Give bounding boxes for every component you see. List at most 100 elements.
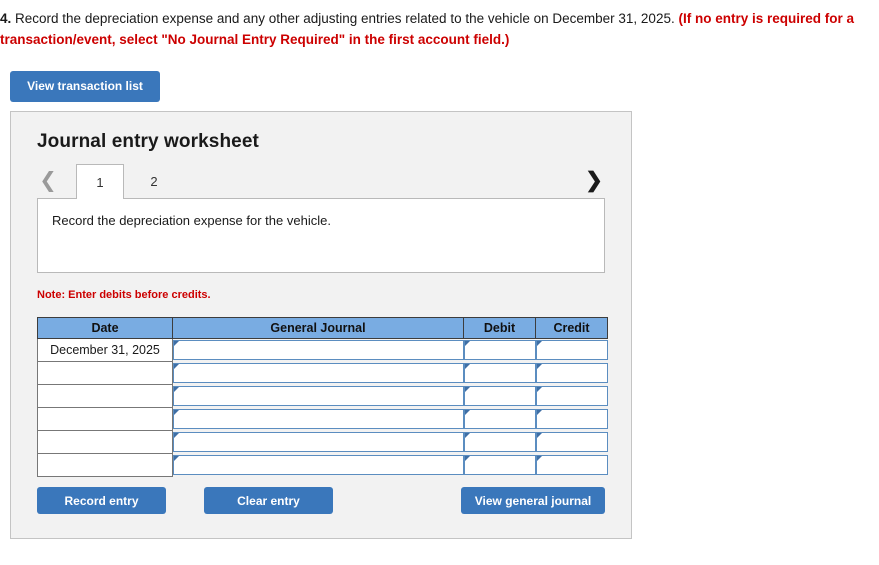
credit-field-wrapper[interactable]: [535, 409, 608, 429]
account-input[interactable]: [181, 410, 460, 428]
question-prompt: 4. Record the depreciation expense and a…: [0, 8, 860, 50]
dropdown-marker-icon: [174, 387, 179, 392]
question-number: 4.: [0, 11, 12, 26]
credit-input[interactable]: [543, 387, 604, 405]
debit-field-wrapper[interactable]: [463, 455, 536, 475]
account-input[interactable]: [181, 456, 460, 474]
dropdown-marker-icon: [536, 387, 542, 392]
debit-input[interactable]: [471, 364, 532, 382]
date-cell: [37, 430, 173, 454]
account-input[interactable]: [181, 341, 460, 360]
account-cell: [173, 408, 464, 431]
tab-1[interactable]: 1: [76, 164, 124, 199]
account-cell: [173, 454, 464, 477]
journal-entry-table: Date General Journal Debit Credit Decemb…: [37, 317, 608, 477]
account-cell: [173, 431, 464, 454]
view-transaction-list-button[interactable]: View transaction list: [10, 71, 160, 102]
question-text: Record the depreciation expense and any …: [15, 11, 675, 26]
dropdown-marker-icon: [174, 433, 179, 438]
account-field-wrapper[interactable]: [173, 409, 464, 429]
column-header-credit: Credit: [535, 317, 608, 339]
date-cell: [37, 384, 173, 408]
debit-cell: [463, 362, 536, 385]
table-row: [37, 407, 608, 431]
debit-input[interactable]: [471, 410, 532, 428]
account-field-wrapper[interactable]: [173, 340, 464, 361]
account-field-wrapper[interactable]: [173, 455, 464, 475]
credit-cell: [535, 339, 608, 362]
table-header-row: Date General Journal Debit Credit: [37, 317, 608, 339]
dropdown-marker-icon: [464, 364, 470, 369]
column-header-date: Date: [37, 317, 173, 339]
dropdown-marker-icon: [536, 456, 542, 461]
chevron-left-icon[interactable]: ❮: [37, 169, 59, 195]
dropdown-marker-icon: [464, 433, 470, 438]
debits-before-credits-note: Note: Enter debits before credits.: [37, 289, 211, 301]
debit-input[interactable]: [471, 387, 532, 405]
credit-input[interactable]: [543, 364, 604, 382]
account-field-wrapper[interactable]: [173, 386, 464, 406]
dropdown-marker-icon: [464, 456, 470, 461]
credit-input[interactable]: [543, 433, 604, 451]
table-row: [37, 361, 608, 385]
account-input[interactable]: [181, 433, 460, 451]
debit-field-wrapper[interactable]: [463, 386, 536, 406]
table-body: December 31, 2025: [37, 338, 608, 477]
debit-cell: [463, 339, 536, 362]
credit-field-wrapper[interactable]: [535, 386, 608, 406]
table-row: [37, 453, 608, 477]
table-row: [37, 384, 608, 408]
dropdown-marker-icon: [536, 433, 542, 438]
debit-field-wrapper[interactable]: [463, 409, 536, 429]
credit-cell: [535, 431, 608, 454]
account-cell: [173, 339, 464, 362]
debit-input[interactable]: [471, 456, 532, 474]
account-cell: [173, 362, 464, 385]
debit-input[interactable]: [471, 341, 532, 360]
column-header-debit: Debit: [463, 317, 536, 339]
chevron-right-icon[interactable]: ❯: [583, 169, 605, 195]
credit-field-wrapper[interactable]: [535, 363, 608, 383]
dropdown-marker-icon: [464, 387, 470, 392]
credit-cell: [535, 408, 608, 431]
credit-field-wrapper[interactable]: [535, 432, 608, 452]
credit-field-wrapper[interactable]: [535, 340, 608, 361]
tab-2[interactable]: 2: [132, 164, 176, 199]
credit-cell: [535, 454, 608, 477]
debit-field-wrapper[interactable]: [463, 363, 536, 383]
credit-field-wrapper[interactable]: [535, 455, 608, 475]
account-input[interactable]: [181, 387, 460, 405]
view-general-journal-button[interactable]: View general journal: [461, 487, 605, 514]
credit-cell: [535, 362, 608, 385]
debit-cell: [463, 385, 536, 408]
credit-input[interactable]: [543, 410, 604, 428]
account-field-wrapper[interactable]: [173, 432, 464, 452]
instruction-text: Record the depreciation expense for the …: [52, 213, 331, 228]
account-input[interactable]: [181, 364, 460, 382]
clear-entry-button[interactable]: Clear entry: [204, 487, 333, 514]
date-cell: December 31, 2025: [37, 338, 173, 362]
date-cell: [37, 361, 173, 385]
debit-field-wrapper[interactable]: [463, 340, 536, 361]
dropdown-marker-icon: [536, 341, 542, 347]
dropdown-marker-icon: [536, 364, 542, 369]
dropdown-marker-icon: [464, 410, 470, 415]
table-row: [37, 430, 608, 454]
dropdown-marker-icon: [174, 410, 179, 415]
credit-input[interactable]: [543, 341, 604, 360]
table-row: December 31, 2025: [37, 338, 608, 362]
dropdown-marker-icon: [464, 341, 470, 347]
debit-input[interactable]: [471, 433, 532, 451]
account-field-wrapper[interactable]: [173, 363, 464, 383]
dropdown-marker-icon: [174, 456, 179, 461]
credit-cell: [535, 385, 608, 408]
worksheet-tabstrip: ❮ 1 2 ❯: [37, 164, 605, 199]
dropdown-marker-icon: [536, 410, 542, 415]
instruction-box: Record the depreciation expense for the …: [37, 198, 605, 273]
record-entry-button[interactable]: Record entry: [37, 487, 166, 514]
journal-entry-worksheet-panel: Journal entry worksheet ❮ 1 2 ❯ Record t…: [10, 111, 632, 539]
debit-cell: [463, 408, 536, 431]
credit-input[interactable]: [543, 456, 604, 474]
column-header-general-journal: General Journal: [172, 317, 464, 339]
debit-field-wrapper[interactable]: [463, 432, 536, 452]
